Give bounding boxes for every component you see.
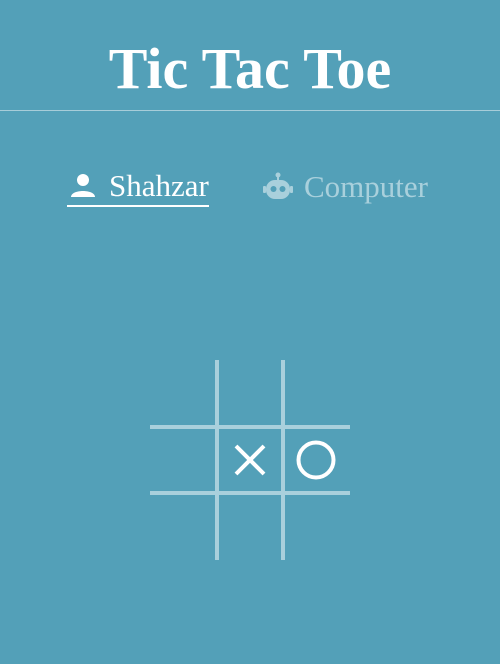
board-cell[interactable]: [150, 360, 212, 422]
board-cell[interactable]: [150, 429, 212, 491]
player-computer-name: Computer: [304, 169, 428, 204]
o-mark: [296, 440, 336, 480]
board-cell[interactable]: [219, 429, 281, 491]
page-title: Tic Tac Toe: [108, 36, 392, 101]
board-cell[interactable]: [285, 495, 347, 557]
board-cell[interactable]: [150, 495, 212, 557]
robot-icon: [262, 171, 294, 203]
player-human-name: Shahzar: [109, 168, 209, 203]
person-icon: [67, 170, 99, 202]
header: Tic Tac Toe: [0, 0, 500, 111]
player-computer[interactable]: Computer: [262, 167, 428, 207]
x-mark: [234, 444, 266, 476]
board-cell[interactable]: [285, 429, 347, 491]
game-board: [150, 360, 350, 560]
player-human[interactable]: Shahzar: [67, 167, 209, 207]
board-cell[interactable]: [219, 495, 281, 557]
board-cell[interactable]: [219, 360, 281, 422]
board-cell[interactable]: [285, 360, 347, 422]
